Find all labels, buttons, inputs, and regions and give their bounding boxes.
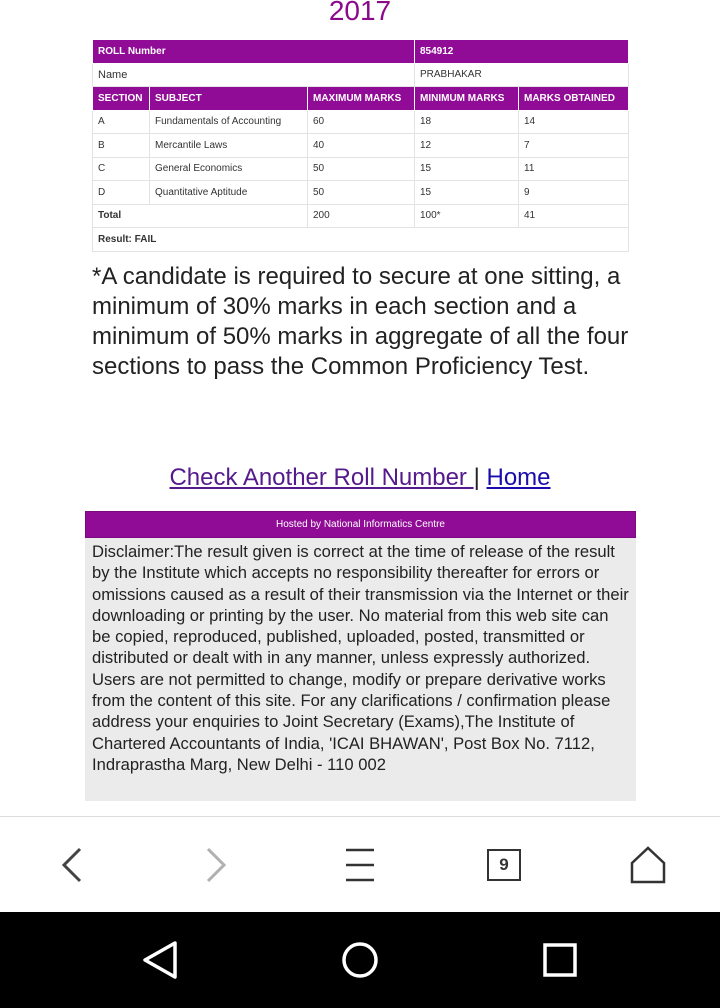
section-cell: D <box>92 180 150 205</box>
section-cell: A <box>92 109 150 134</box>
system-recents-button[interactable] <box>500 912 620 1008</box>
roll-number-value: 854912 <box>414 39 629 64</box>
col-header-section: SECTION <box>92 86 150 111</box>
table-row: B Mercantile Laws 40 12 7 <box>92 133 629 158</box>
min-marks-cell: 15 <box>414 180 519 205</box>
subject-cell: Fundamentals of Accounting <box>149 109 308 134</box>
total-marks-obtained: 41 <box>518 203 629 228</box>
android-navigation-bar <box>0 912 720 1008</box>
tabs-button[interactable]: 9 <box>432 817 576 913</box>
subject-cell: General Economics <box>149 156 308 181</box>
browser-toolbar: 9 <box>0 816 720 912</box>
subject-cell: Quantitative Aptitude <box>149 180 308 205</box>
recents-square-icon <box>543 943 577 977</box>
table-row: A Fundamentals of Accounting 60 18 14 <box>92 109 629 134</box>
total-label: Total <box>92 203 308 228</box>
name-label: Name <box>92 62 415 87</box>
home-link[interactable]: Home <box>487 464 551 491</box>
total-row: Total 200 100* 41 <box>92 203 629 228</box>
home-circle-icon <box>342 942 378 978</box>
result-year: 2017 <box>328 0 392 26</box>
min-marks-cell: 18 <box>414 109 519 134</box>
home-button[interactable] <box>576 817 720 913</box>
back-button[interactable] <box>0 817 144 913</box>
table-row: D Quantitative Aptitude 50 15 9 <box>92 180 629 205</box>
marks-obtained-cell: 14 <box>518 109 629 134</box>
max-marks-cell: 50 <box>307 180 415 205</box>
navigation-links: Check Another Roll Number | Home <box>0 462 720 494</box>
check-another-roll-number-link[interactable]: Check Another Roll Number <box>169 464 473 491</box>
back-icon <box>61 847 82 883</box>
max-marks-cell: 50 <box>307 156 415 181</box>
marks-obtained-cell: 9 <box>518 180 629 205</box>
section-cell: B <box>92 133 150 158</box>
max-marks-cell: 40 <box>307 133 415 158</box>
roll-number-row: ROLL Number 854912 <box>92 39 629 64</box>
back-triangle-icon <box>143 941 177 979</box>
menu-button[interactable] <box>288 817 432 913</box>
marks-obtained-cell: 11 <box>518 156 629 181</box>
forward-icon <box>206 847 227 883</box>
total-max-marks: 200 <box>307 203 415 228</box>
tabs-icon: 9 <box>487 849 521 881</box>
table-row: C General Economics 50 15 11 <box>92 156 629 181</box>
subject-cell: Mercantile Laws <box>149 133 308 158</box>
min-marks-cell: 12 <box>414 133 519 158</box>
forward-button[interactable] <box>144 817 288 913</box>
col-header-marks-obtained: MARKS OBTAINED <box>518 86 629 111</box>
link-separator: | <box>473 464 480 491</box>
system-back-button[interactable] <box>100 912 220 1008</box>
passing-criteria-note: *A candidate is required to secure at on… <box>92 263 629 380</box>
column-header-row: SECTION SUBJECT MAXIMUM MARKS MINIMUM MA… <box>92 86 629 111</box>
total-min-marks: 100* <box>414 203 519 228</box>
min-marks-cell: 15 <box>414 156 519 181</box>
max-marks-cell: 60 <box>307 109 415 134</box>
system-home-button[interactable] <box>300 912 420 1008</box>
result-table: ROLL Number 854912 Name PRABHAKAR SECTIO… <box>92 39 629 252</box>
col-header-subject: SUBJECT <box>149 86 308 111</box>
roll-number-label: ROLL Number <box>92 39 415 64</box>
name-row: Name PRABHAKAR <box>92 62 629 87</box>
result-status-row: Result: FAIL <box>92 227 629 252</box>
col-header-minimum-marks: MINIMUM MARKS <box>414 86 519 111</box>
result-status: Result: FAIL <box>92 227 629 252</box>
disclaimer-text: Disclaimer:The result given is correct a… <box>92 542 629 774</box>
home-icon <box>630 846 666 884</box>
menu-icon <box>346 848 374 882</box>
section-cell: C <box>92 156 150 181</box>
footer: Hosted by National Informatics Centre Di… <box>85 511 636 801</box>
marks-obtained-cell: 7 <box>518 133 629 158</box>
hosted-by-banner: Hosted by National Informatics Centre <box>85 511 636 538</box>
name-value: PRABHAKAR <box>414 62 629 87</box>
col-header-maximum-marks: MAXIMUM MARKS <box>307 86 415 111</box>
